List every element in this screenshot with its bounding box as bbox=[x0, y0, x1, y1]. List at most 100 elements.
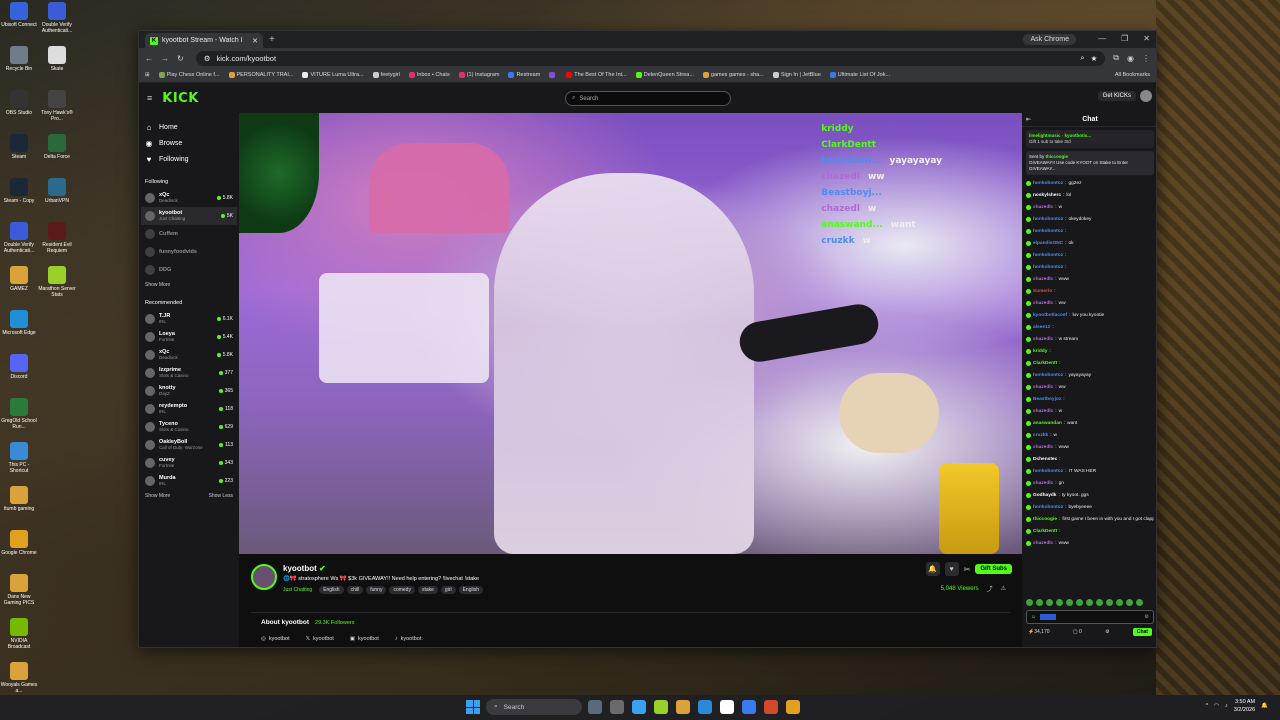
taskbar-app-icon[interactable] bbox=[764, 700, 778, 714]
channel-item[interactable]: xQc Deadlock 5.8K bbox=[145, 346, 233, 364]
show-more-recommended[interactable]: Show More bbox=[145, 493, 170, 499]
taskbar-app-icon[interactable] bbox=[610, 700, 624, 714]
streamer-avatar[interactable] bbox=[251, 564, 277, 590]
bookmark-item[interactable]: Ultimate List Of Jok... bbox=[829, 72, 890, 78]
bookmark-item[interactable]: Play Chess Online f... bbox=[158, 72, 220, 78]
nav-item-home[interactable]: ⌂ Home bbox=[145, 119, 233, 135]
nav-item-following[interactable]: ♥ Following bbox=[145, 151, 233, 167]
desktop-icon[interactable]: Discord bbox=[0, 354, 38, 396]
video-player[interactable]: kriddy ClarkDentt honkobon... yayayayay chaz… bbox=[239, 113, 1022, 554]
clock[interactable]: 3:50 AM 3/2/2026 bbox=[1234, 698, 1255, 714]
channel-item[interactable]: cuvey Fortnite 343 bbox=[145, 454, 233, 472]
desktop-icon[interactable]: Steam bbox=[0, 134, 38, 176]
report-icon[interactable]: ⚠ bbox=[1001, 585, 1006, 592]
chat-username[interactable]: cruzkk bbox=[1033, 433, 1048, 438]
emote-bar[interactable] bbox=[1022, 599, 1156, 606]
taskbar-app-icon[interactable] bbox=[654, 700, 668, 714]
forward-icon[interactable]: → bbox=[161, 54, 169, 63]
taskbar-app-icon[interactable] bbox=[742, 700, 756, 714]
chat-settings-icon[interactable]: ⚙ bbox=[1145, 614, 1149, 620]
stream-tag[interactable]: stake bbox=[417, 586, 438, 594]
bookmark-item[interactable]: The Best Of The Int... bbox=[566, 72, 627, 78]
gift-subs-button[interactable]: Gift Subs bbox=[975, 564, 1012, 574]
collapse-chat-icon[interactable]: ⇤ bbox=[1026, 116, 1031, 123]
channel-item[interactable]: knotty DayZ 365 bbox=[145, 382, 233, 400]
apps-grid-icon[interactable]: ⊞ bbox=[145, 72, 150, 78]
get-kicks-button[interactable]: Get KICKs bbox=[1097, 91, 1136, 101]
notification-icon[interactable]: 🔔 bbox=[1261, 703, 1268, 709]
minimize-icon[interactable]: — bbox=[1098, 34, 1106, 43]
social-link[interactable]: 𝕏kyootbot bbox=[306, 636, 334, 642]
chat-username[interactable]: ClarkDentt bbox=[1033, 361, 1057, 366]
taskbar-app-icon[interactable] bbox=[720, 700, 734, 714]
channel-item[interactable]: lzzprime Slots & Casino 377 bbox=[145, 364, 233, 382]
desktop-icon[interactable]: Recycle Bin bbox=[0, 46, 38, 88]
bookmark-item[interactable]: Sign In | JetBlue bbox=[772, 72, 821, 78]
category-link[interactable]: Just Chatting bbox=[283, 587, 312, 593]
start-button[interactable] bbox=[466, 700, 480, 714]
channel-item[interactable]: DDG bbox=[145, 261, 233, 279]
desktop-icon[interactable]: ttumb gaming bbox=[0, 486, 38, 528]
channel-item[interactable]: Cuffem bbox=[145, 225, 233, 243]
social-link[interactable]: ♪ kyootbot bbox=[395, 636, 422, 642]
tab-kyootbot[interactable]: K kyootbot Stream - Watch l ✕ bbox=[145, 33, 263, 48]
close-window-icon[interactable]: ✕ bbox=[1143, 34, 1150, 43]
chat-username[interactable]: chazedlc bbox=[1033, 301, 1053, 306]
chat-username[interactable]: noskylsherc bbox=[1033, 193, 1061, 198]
chat-username[interactable]: honkobontoz bbox=[1033, 217, 1063, 222]
menu-icon[interactable]: ⋮ bbox=[1142, 54, 1150, 63]
taskbar-app-icon[interactable] bbox=[786, 700, 800, 714]
channel-item[interactable]: Murda IRL 223 bbox=[145, 472, 233, 490]
bookmark-item[interactable]: PERSONALITY TRAI... bbox=[228, 72, 293, 78]
chat-username[interactable]: chazedlc bbox=[1033, 445, 1053, 450]
hamburger-menu-icon[interactable]: ≡ bbox=[147, 93, 152, 103]
search-input[interactable]: ⌕ Search bbox=[565, 91, 731, 106]
stream-tag[interactable]: English bbox=[319, 586, 344, 594]
wifi-icon[interactable]: ◠ bbox=[1214, 703, 1219, 709]
bookmark-star-icon[interactable]: ★ bbox=[1091, 54, 1098, 63]
chat-username[interactable]: alsee12 bbox=[1033, 325, 1050, 330]
stream-tag[interactable]: girl bbox=[440, 586, 456, 594]
bookmark-item[interactable]: Restream bbox=[508, 72, 540, 78]
chat-username[interactable]: ClarkDentt bbox=[1033, 529, 1057, 534]
desktop-icon[interactable]: GregOld School Run... bbox=[0, 398, 38, 440]
chat-username[interactable]: Beastboyjoz bbox=[1033, 397, 1061, 402]
ask-chrome-button[interactable]: Ask Chrome bbox=[1023, 34, 1076, 45]
bookmark-item[interactable]: Inbox • Chats bbox=[408, 72, 450, 78]
chat-username[interactable]: honkobontoz bbox=[1033, 253, 1063, 258]
taskbar-app-icon[interactable] bbox=[588, 700, 602, 714]
desktop-icon[interactable]: Double Verify Authenticati... bbox=[0, 222, 38, 264]
reload-icon[interactable]: ↻ bbox=[177, 54, 184, 63]
desktop-icon[interactable]: Steam - Copy bbox=[0, 178, 38, 220]
chat-username[interactable]: kriddy bbox=[1033, 349, 1047, 354]
desktop-icon[interactable]: OBS Studio bbox=[0, 90, 38, 132]
chat-username[interactable]: honkobontoz bbox=[1033, 265, 1063, 270]
tray-chevron-icon[interactable]: ^ bbox=[1206, 703, 1209, 709]
kick-logo[interactable]: KICK bbox=[162, 91, 199, 106]
desktop-icon[interactable]: Microsoft Edge bbox=[0, 310, 38, 352]
profile-icon[interactable]: ◉ bbox=[1127, 54, 1134, 63]
zoom-icon[interactable]: ⌕ bbox=[1080, 53, 1084, 63]
new-tab-button[interactable]: + bbox=[269, 34, 275, 45]
close-tab-icon[interactable]: ✕ bbox=[252, 37, 258, 45]
chat-username[interactable]: honkobontoz bbox=[1033, 505, 1063, 510]
volume-icon[interactable]: ♪ bbox=[1225, 703, 1228, 709]
back-icon[interactable]: ← bbox=[145, 54, 153, 63]
channel-item[interactable]: funnyfoodvids bbox=[145, 243, 233, 261]
chat-username[interactable]: honkobontoz bbox=[1033, 373, 1063, 378]
chat-input[interactable]: ☺ ⚙ bbox=[1026, 610, 1154, 624]
desktop-icon[interactable]: This PC - Shortcut bbox=[0, 442, 38, 484]
emote-picker-icon[interactable]: ☺ bbox=[1031, 614, 1036, 620]
taskbar-app-icon[interactable] bbox=[632, 700, 646, 714]
desktop-icon[interactable]: UrbanVPN bbox=[38, 178, 76, 220]
chat-username[interactable]: elpandisONC bbox=[1033, 241, 1063, 246]
desktop-icon[interactable]: Google Chrome bbox=[0, 530, 38, 572]
chat-username[interactable]: Sumerlo bbox=[1033, 289, 1052, 294]
user-avatar[interactable] bbox=[1140, 90, 1152, 102]
channel-points[interactable]: ⚡34,170 bbox=[1028, 629, 1050, 635]
channel-item[interactable]: Tyceno Slots & Casino 629 bbox=[145, 418, 233, 436]
chat-username[interactable]: chazedlc bbox=[1033, 541, 1053, 546]
desktop-icon[interactable]: Ubisoft Connect bbox=[0, 2, 38, 44]
desktop-icon[interactable]: Marathon Server Stats bbox=[38, 266, 76, 308]
chat-username[interactable]: chazedlc bbox=[1033, 385, 1053, 390]
